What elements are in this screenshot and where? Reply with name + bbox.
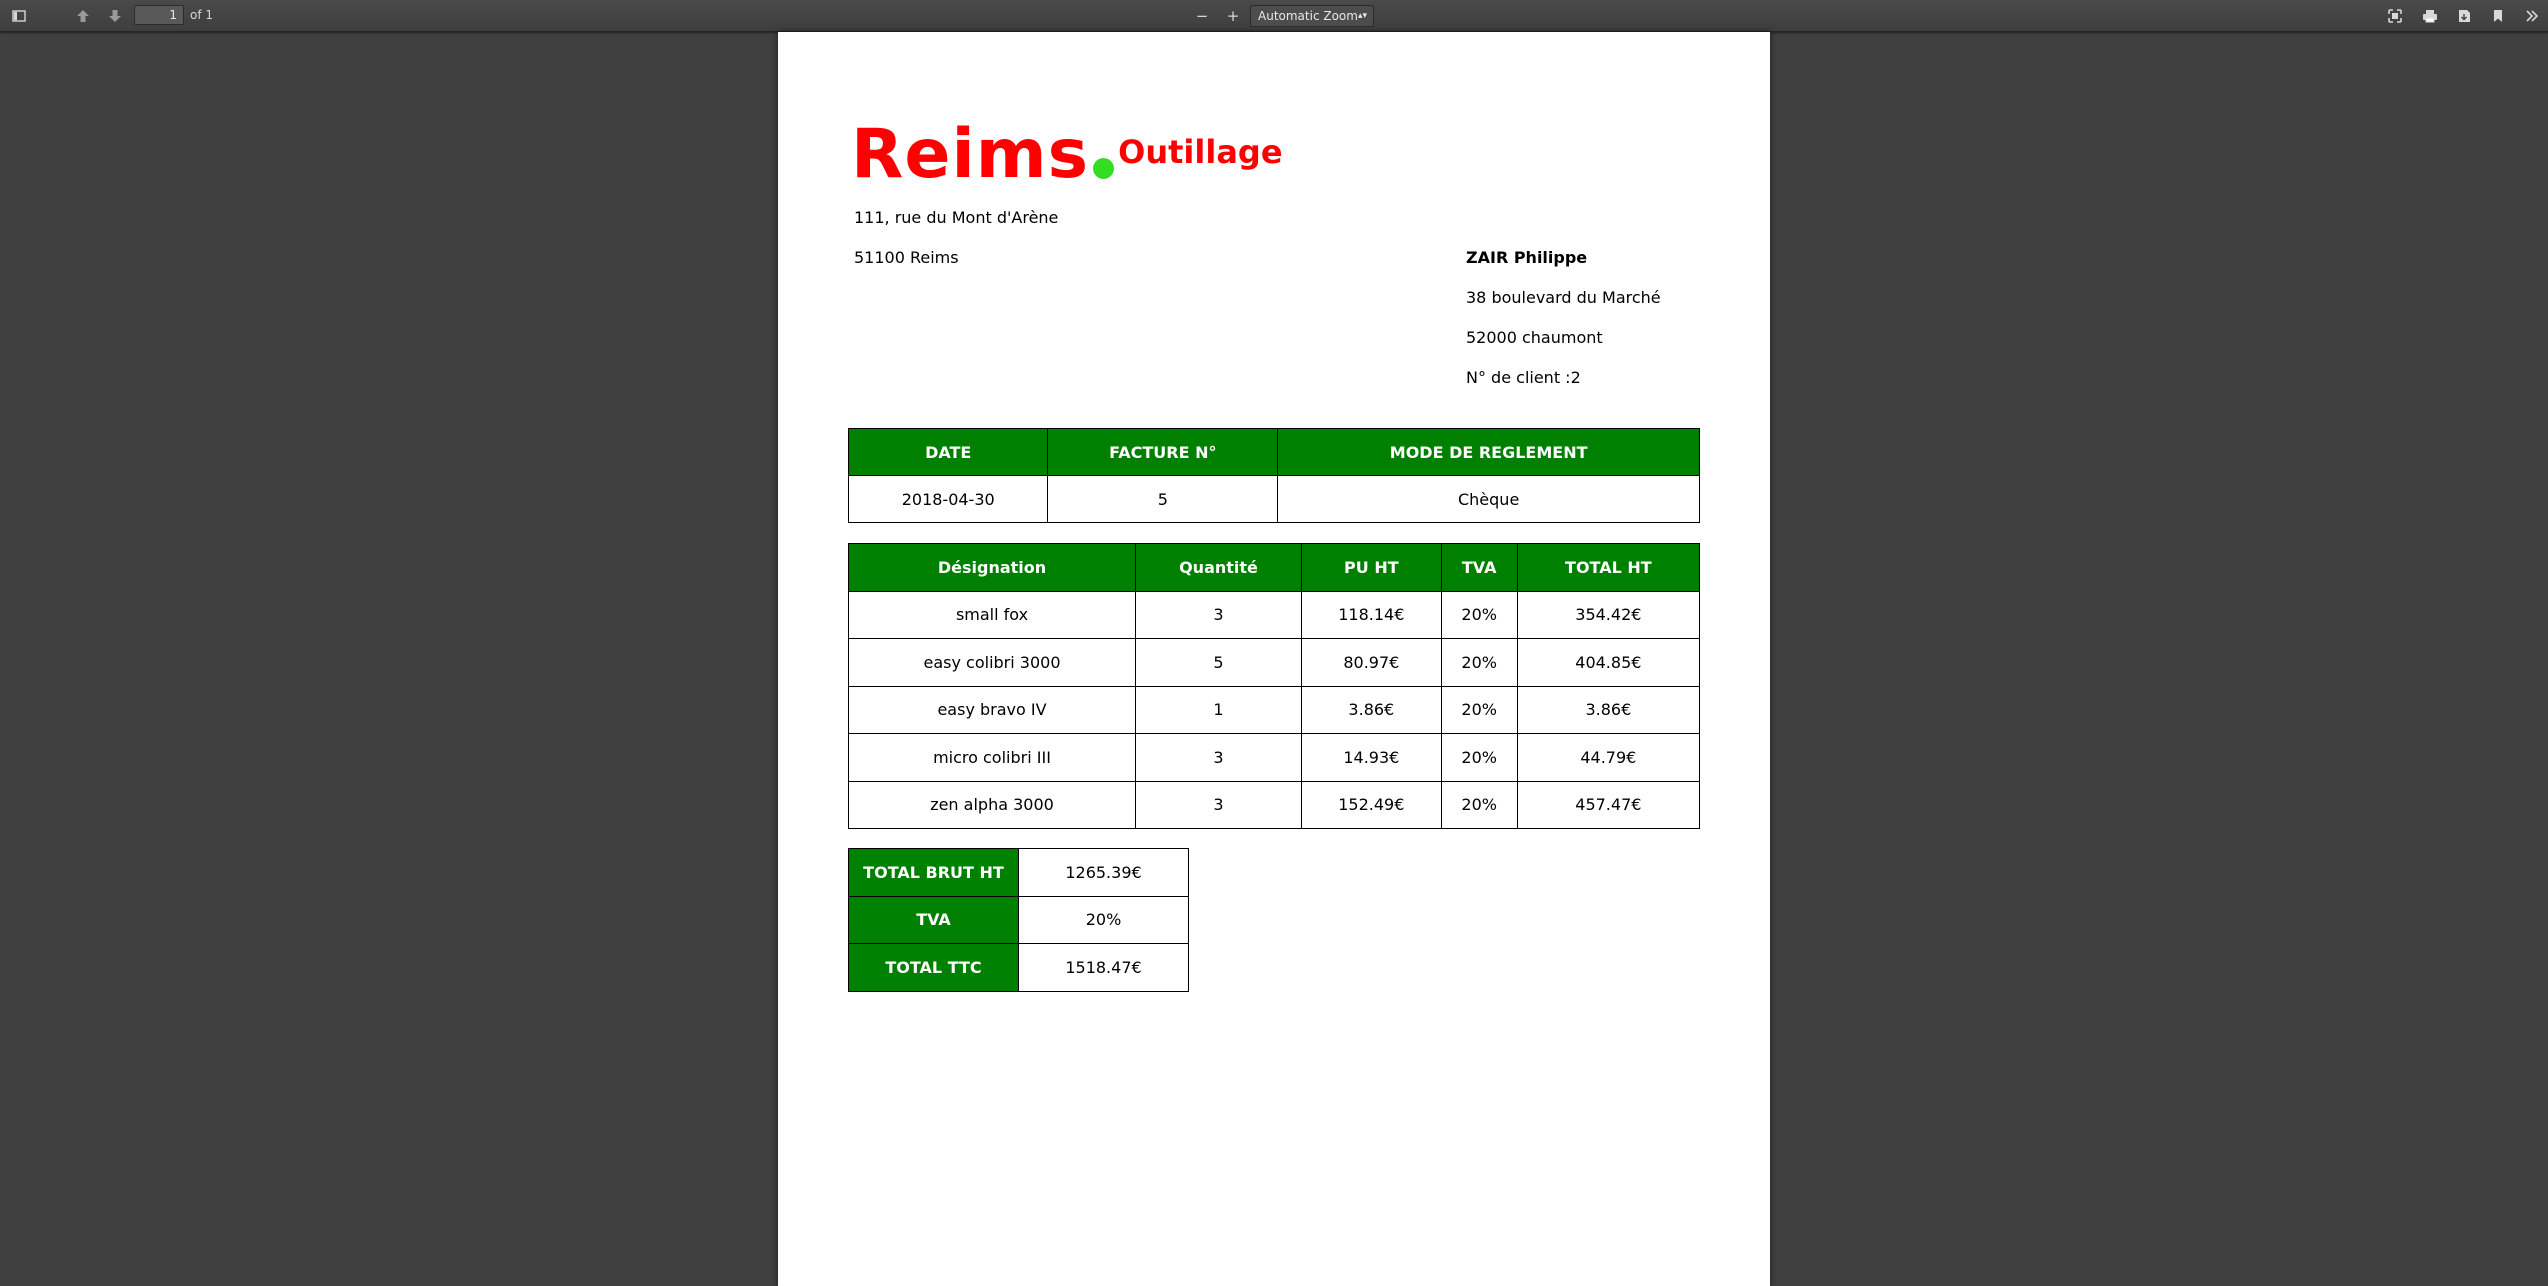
item-vat: 20% — [1440, 590, 1518, 639]
item-quantity: 1 — [1135, 685, 1302, 734]
total-brut-label: TOTAL BRUT HT — [848, 848, 1019, 897]
item-total: 3.86€ — [1516, 685, 1701, 734]
item-unit-price: 3.86€ — [1300, 685, 1442, 734]
table-row: TOTAL BRUT HT 1265.39€ — [848, 848, 1189, 897]
header-invoice-number: FACTURE N° — [1047, 428, 1279, 476]
table-header-row: Désignation Quantité PU HT TVA TOTAL HT — [848, 543, 1701, 592]
vat-label: TVA — [848, 895, 1019, 944]
client-city: 52000 chaumont — [1466, 328, 1603, 347]
zoom-out-button[interactable]: − — [1188, 4, 1216, 28]
item-unit-price: 80.97€ — [1300, 638, 1442, 687]
item-unit-price: 14.93€ — [1300, 733, 1442, 782]
zoom-select[interactable]: Automatic Zoom ▴▾ — [1250, 5, 1374, 27]
header-designation: Désignation — [848, 543, 1136, 592]
item-unit-price: 152.49€ — [1300, 780, 1442, 829]
bookmark-icon[interactable] — [2484, 4, 2512, 28]
logo-dot — [1093, 158, 1115, 179]
print-icon[interactable] — [2416, 4, 2444, 28]
zoom-in-button[interactable]: + — [1219, 4, 1247, 28]
table-row: zen alpha 3000 3 152.49€ 20% 457.47€ — [848, 780, 1701, 829]
client-number: N° de client :2 — [1466, 368, 1581, 387]
item-vat: 20% — [1440, 685, 1518, 734]
table-row: easy colibri 3000 5 80.97€ 20% 404.85€ — [848, 638, 1701, 687]
header-vat: TVA — [1440, 543, 1518, 592]
sidebar-toggle-icon[interactable] — [5, 4, 33, 28]
download-icon[interactable] — [2450, 4, 2478, 28]
item-total: 457.47€ — [1516, 780, 1701, 829]
invoice-info-table: DATE FACTURE N° MODE DE REGLEMENT 2018-0… — [847, 428, 1700, 523]
item-designation: small fox — [848, 590, 1136, 639]
zoom-select-value: Automatic Zoom — [1258, 9, 1358, 23]
table-row: 2018-04-30 5 Chèque — [847, 475, 1700, 523]
invoice-number: 5 — [1047, 475, 1279, 523]
next-page-icon[interactable] — [101, 4, 129, 28]
item-unit-price: 118.14€ — [1300, 590, 1442, 639]
logo-main-text: Reims — [851, 115, 1090, 194]
header-unit-price: PU HT — [1300, 543, 1442, 592]
page-number-input[interactable] — [134, 5, 184, 25]
table-row: small fox 3 118.14€ 20% 354.42€ — [848, 590, 1701, 639]
header-payment-method: MODE DE REGLEMENT — [1277, 428, 1700, 476]
tools-icon[interactable] — [2518, 4, 2546, 28]
item-quantity: 3 — [1135, 733, 1302, 782]
items-table: Désignation Quantité PU HT TVA TOTAL HT … — [848, 543, 1701, 829]
vat-value: 20% — [1018, 895, 1189, 944]
payment-method: Chèque — [1277, 475, 1700, 523]
totals-table: TOTAL BRUT HT 1265.39€ TVA 20% TOTAL TTC… — [848, 848, 1189, 992]
item-quantity: 5 — [1135, 638, 1302, 687]
item-total: 404.85€ — [1516, 638, 1701, 687]
item-designation: easy colibri 3000 — [848, 638, 1136, 687]
table-row: easy bravo IV 1 3.86€ 20% 3.86€ — [848, 685, 1701, 734]
item-total: 44.79€ — [1516, 733, 1701, 782]
item-designation: easy bravo IV — [848, 685, 1136, 734]
header-total: TOTAL HT — [1516, 543, 1701, 592]
presentation-mode-icon[interactable] — [2381, 4, 2409, 28]
previous-page-icon[interactable] — [69, 4, 97, 28]
table-row: TVA 20% — [848, 895, 1189, 944]
company-address-line1: 111, rue du Mont d'Arène — [854, 208, 1059, 227]
pdf-toolbar: of 1 − + Automatic Zoom ▴▾ — [0, 0, 2548, 32]
page-count: of 1 — [190, 8, 214, 22]
table-row: micro colibri III 3 14.93€ 20% 44.79€ — [848, 733, 1701, 782]
client-street: 38 boulevard du Marché — [1466, 288, 1661, 307]
header-date: DATE — [847, 428, 1049, 476]
item-designation: micro colibri III — [848, 733, 1136, 782]
item-vat: 20% — [1440, 780, 1518, 829]
item-quantity: 3 — [1135, 590, 1302, 639]
company-logo: Reims Outillage — [851, 115, 1283, 194]
item-designation: zen alpha 3000 — [848, 780, 1136, 829]
company-address-line2: 51100 Reims — [854, 248, 959, 267]
item-vat: 20% — [1440, 638, 1518, 687]
table-row: TOTAL TTC 1518.47€ — [848, 943, 1189, 992]
total-ttc-label: TOTAL TTC — [848, 943, 1019, 992]
client-name: ZAIR Philippe — [1466, 248, 1588, 267]
item-vat: 20% — [1440, 733, 1518, 782]
total-brut-value: 1265.39€ — [1018, 848, 1189, 897]
header-quantity: Quantité — [1135, 543, 1302, 592]
logo-sub-text: Outillage — [1118, 133, 1283, 171]
select-arrows-icon: ▴▾ — [1357, 11, 1367, 21]
invoice-date: 2018-04-30 — [847, 475, 1049, 523]
table-header-row: DATE FACTURE N° MODE DE REGLEMENT — [847, 428, 1700, 476]
item-total: 354.42€ — [1516, 590, 1701, 639]
pdf-page: Reims Outillage 111, rue du Mont d'Arène … — [778, 32, 1770, 1286]
item-quantity: 3 — [1135, 780, 1302, 829]
total-ttc-value: 1518.47€ — [1018, 943, 1189, 992]
